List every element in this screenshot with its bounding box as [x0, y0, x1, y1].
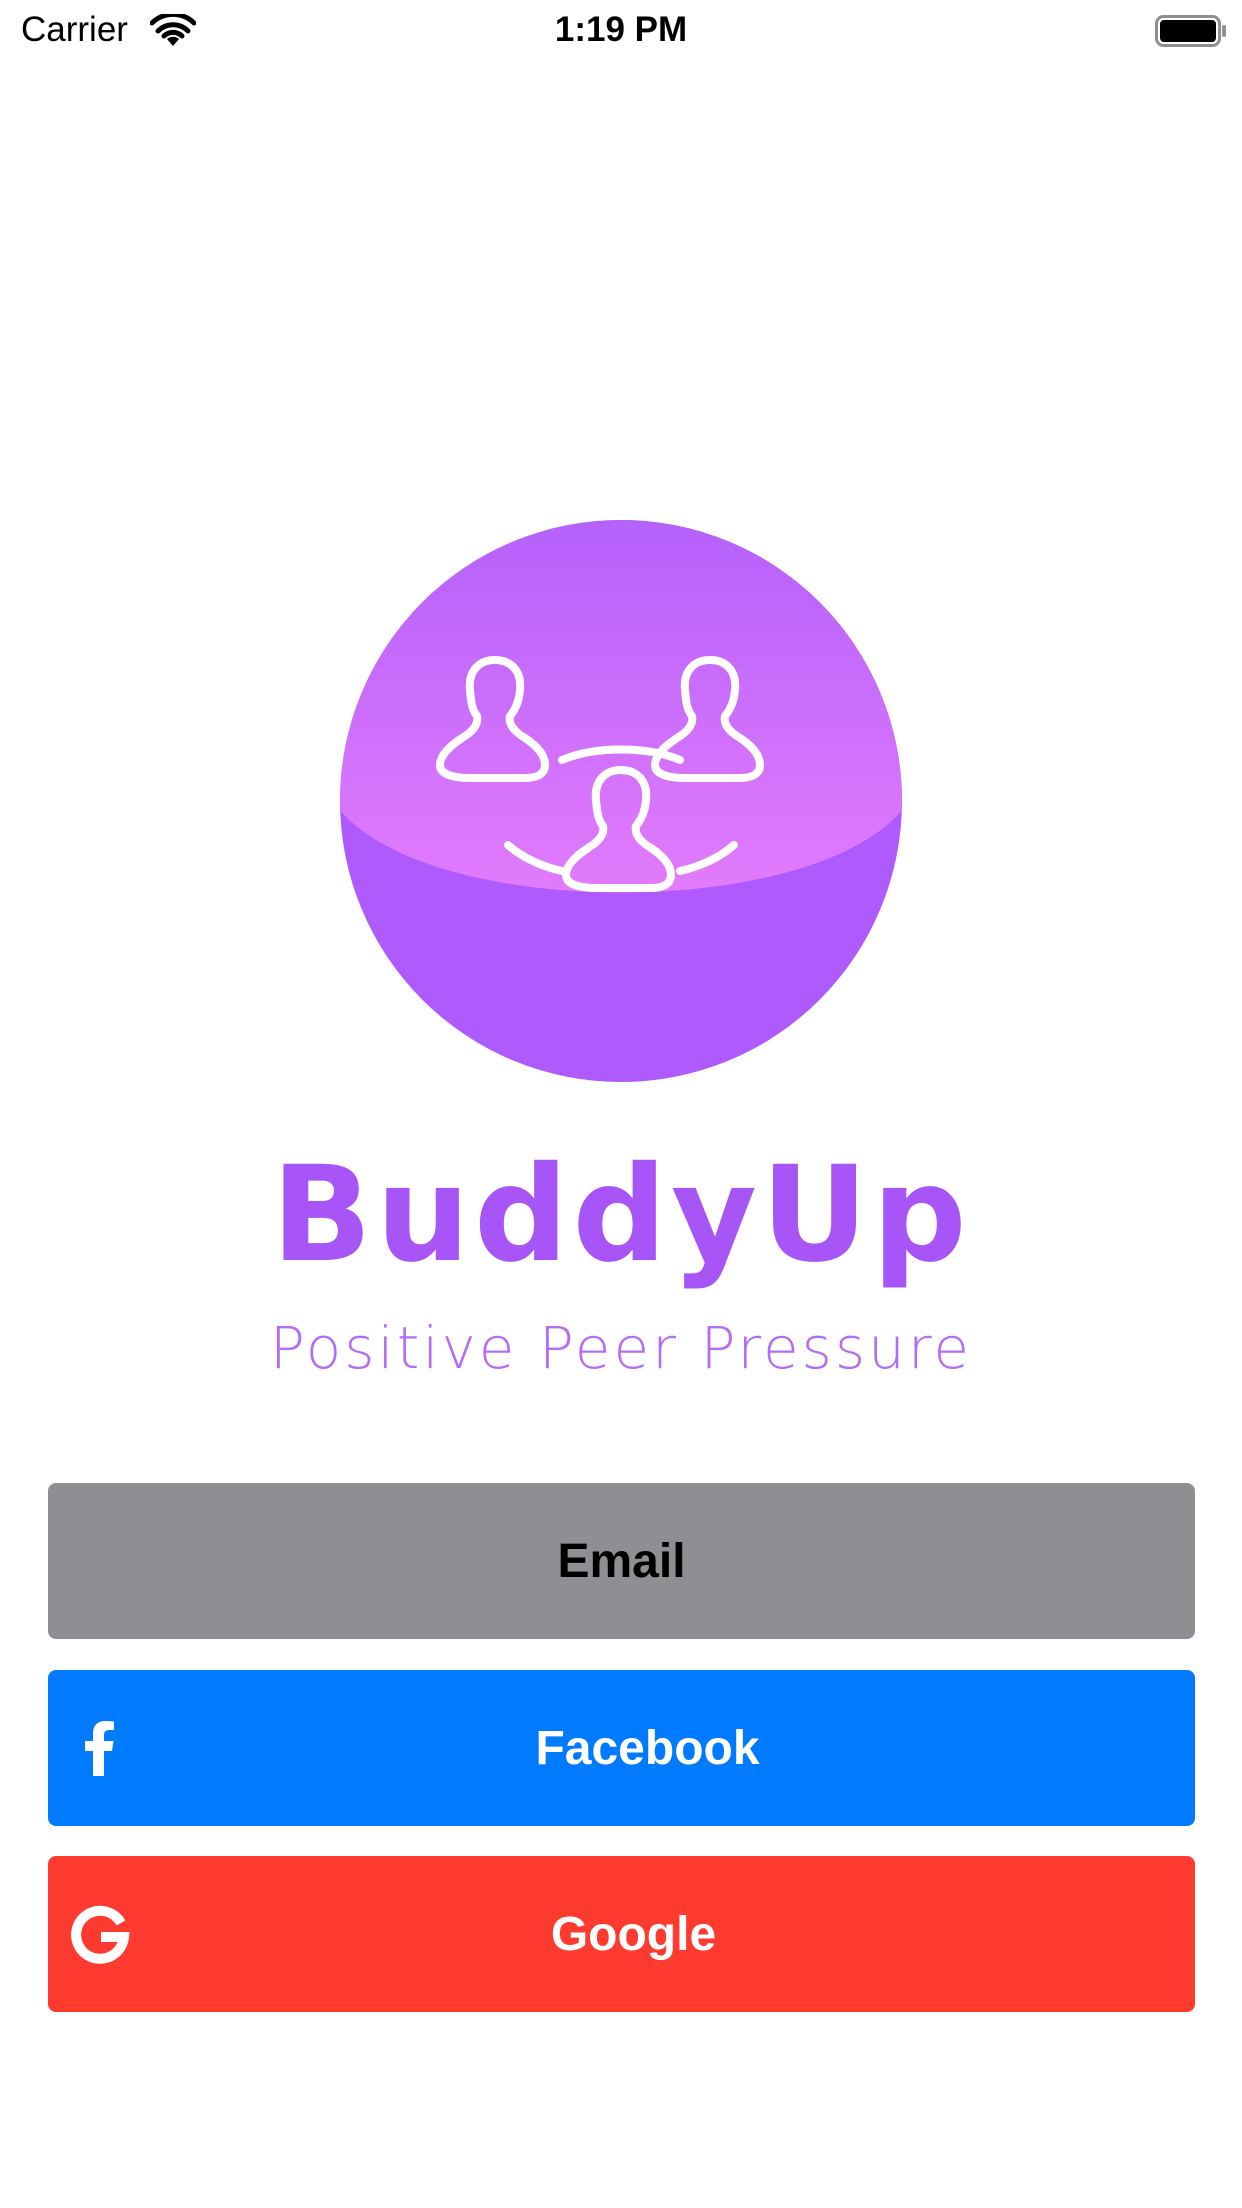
app-name: BuddyUp [271, 1138, 971, 1292]
clock: 1:19 PM [554, 10, 688, 49]
facebook-icon [60, 1670, 140, 1826]
email-button-label: Email [557, 1534, 686, 1588]
facebook-button-label: Facebook [535, 1721, 760, 1775]
email-login-button[interactable]: Email [48, 1483, 1195, 1639]
facebook-login-button[interactable]: Facebook [48, 1670, 1195, 1826]
app-tagline: Positive Peer Pressure [269, 1314, 973, 1382]
battery-icon [1155, 15, 1226, 47]
google-icon [60, 1856, 140, 2012]
group-people-logo [340, 520, 902, 1082]
google-button-label: Google [550, 1907, 717, 1961]
status-bar: Carrier 1:19 PM [0, 0, 1242, 62]
google-login-button[interactable]: Google [48, 1856, 1195, 2012]
